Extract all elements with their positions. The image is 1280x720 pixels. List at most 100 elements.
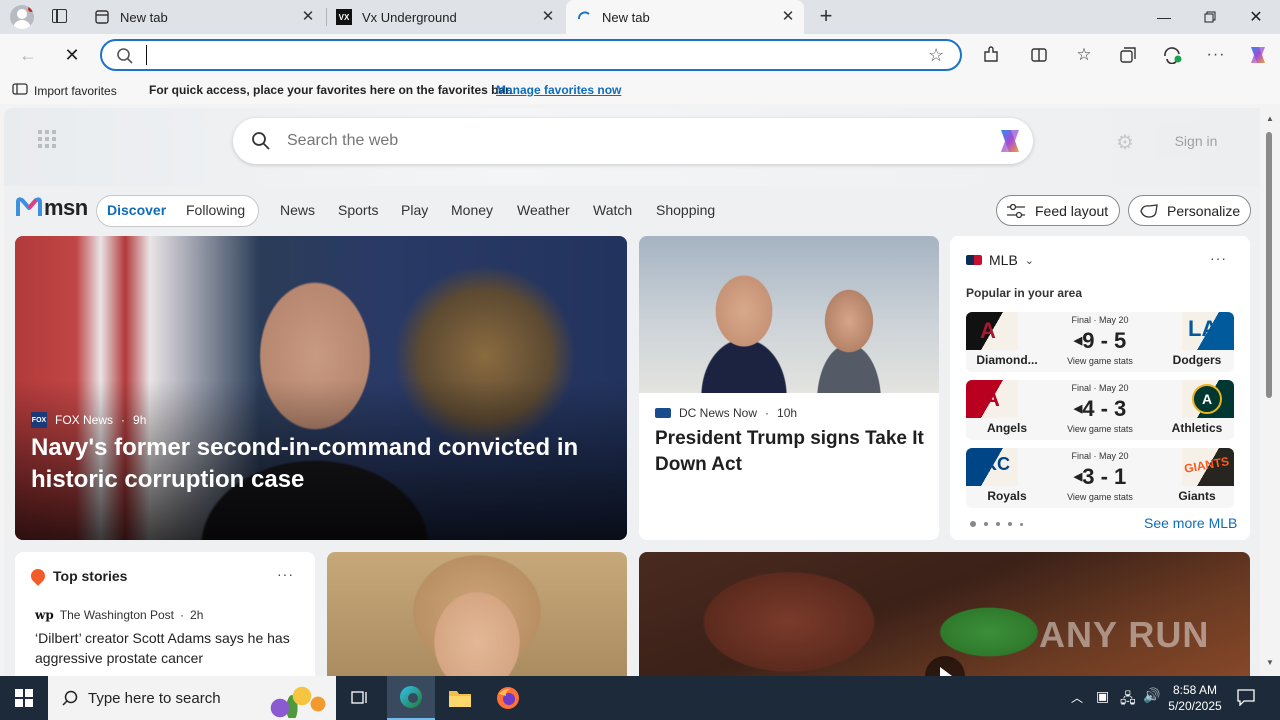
apps-grid-icon[interactable]: [38, 130, 56, 148]
carousel-dot[interactable]: [1020, 522, 1023, 526]
scroll-up-icon[interactable]: ▲: [1266, 114, 1274, 123]
browser-essentials-icon[interactable]: [1155, 34, 1191, 76]
import-icon: [12, 82, 28, 99]
sign-in-button[interactable]: Sign in: [1156, 125, 1236, 157]
import-favorites-button[interactable]: Import favorites: [12, 82, 117, 99]
nav-sports[interactable]: Sports: [338, 202, 378, 218]
msn-logo[interactable]: msn: [16, 195, 88, 221]
back-arrow-icon[interactable]: ←: [10, 34, 46, 76]
favorite-star-icon[interactable]: ☆: [928, 45, 944, 66]
collections-icon[interactable]: [1110, 34, 1146, 76]
close-window-icon[interactable]: ✕: [1233, 0, 1279, 34]
clock-date: 5/20/2025: [1168, 699, 1222, 713]
device-icon[interactable]: ▣: [1096, 688, 1109, 705]
carousel-dot[interactable]: [996, 522, 1000, 526]
top-story-headline[interactable]: ‘Dilbert’ creator Scott Adams says he ha…: [35, 628, 305, 668]
settings-more-icon[interactable]: ···: [1198, 34, 1234, 76]
page-scrollbar[interactable]: ▲ ▼: [1260, 108, 1280, 676]
split-screen-icon[interactable]: [1021, 34, 1057, 76]
scroll-down-icon[interactable]: ▼: [1266, 658, 1274, 667]
msn-nav: msn Discover Following News Sports Play …: [4, 186, 1260, 234]
favorites-icon[interactable]: ☆: [1066, 34, 1102, 76]
view-game-stats-link[interactable]: View game stats: [1036, 356, 1164, 366]
file-explorer-icon[interactable]: [437, 676, 483, 720]
nav-money[interactable]: Money: [451, 202, 493, 218]
extensions-icon[interactable]: [973, 34, 1009, 76]
story-headline[interactable]: President Trump signs Take It Down Act: [655, 426, 927, 478]
mlb-game-row[interactable]: A Angels Final · May 20 ◀4 - 3 View game…: [966, 380, 1234, 440]
profile-avatar[interactable]: [10, 5, 34, 29]
network-icon[interactable]: 🖧: [1120, 688, 1136, 712]
copilot-icon[interactable]: [1240, 34, 1276, 76]
tab-new-tab-1[interactable]: New tab ✕: [84, 0, 324, 34]
story-source: DC News Now: [679, 406, 758, 420]
address-bar[interactable]: ☆: [100, 39, 962, 71]
nav-news[interactable]: News: [280, 202, 315, 218]
personalize-button[interactable]: Personalize: [1128, 195, 1251, 226]
settings-gear-icon[interactable]: ⚙: [1116, 130, 1134, 155]
edge-taskbar-icon[interactable]: [387, 676, 435, 720]
more-options-icon[interactable]: ···: [277, 566, 294, 582]
hero-age: 9h: [133, 413, 147, 427]
address-input[interactable]: [146, 45, 906, 65]
new-tab-plus-icon[interactable]: +: [814, 5, 838, 29]
scroll-thumb[interactable]: [1266, 132, 1272, 398]
stop-loading-icon[interactable]: ✕: [54, 34, 90, 76]
video-story-card[interactable]: ANY RUN: [639, 552, 1250, 676]
mlb-header[interactable]: MLB ⌄: [966, 252, 1034, 268]
flame-icon: [28, 566, 48, 586]
close-tab-icon[interactable]: ✕: [300, 9, 316, 25]
game-score: ◀3 - 1: [1036, 464, 1164, 490]
taskbar-search-box[interactable]: Type here to search: [48, 676, 336, 720]
tab-actions-icon[interactable]: [52, 9, 67, 23]
web-search-box[interactable]: [233, 118, 1033, 164]
manage-favorites-link[interactable]: Manage favorites now: [496, 83, 621, 97]
carousel-dots[interactable]: [970, 521, 1023, 527]
copilot-search-icon[interactable]: [995, 126, 1025, 161]
home-team-name: Athletics: [1171, 421, 1223, 435]
close-tab-icon[interactable]: ✕: [540, 9, 556, 25]
minimize-icon[interactable]: —: [1141, 0, 1187, 34]
away-team-name: Diamond...: [976, 353, 1038, 367]
restore-icon[interactable]: [1187, 0, 1233, 34]
nav-watch[interactable]: Watch: [593, 202, 632, 218]
close-tab-icon[interactable]: ✕: [780, 9, 796, 25]
windows-start-icon[interactable]: [0, 676, 48, 720]
mlb-game-row[interactable]: KC Royals Final · May 20 ◀3 - 1 View gam…: [966, 448, 1234, 508]
sliders-icon: [1007, 203, 1025, 218]
web-search-input[interactable]: [287, 132, 967, 150]
carousel-dot[interactable]: [984, 522, 988, 526]
view-game-stats-link[interactable]: View game stats: [1036, 424, 1164, 434]
portrait-story-card[interactable]: [327, 552, 627, 676]
loading-spinner-icon: [576, 9, 592, 25]
clock[interactable]: 8:58 AM 5/20/2025: [1164, 682, 1226, 714]
top-story-source: The Washington Post: [59, 608, 175, 622]
tab-title: Vx Underground: [362, 9, 457, 25]
hero-headline[interactable]: Navy's former second-in-command convicte…: [31, 432, 601, 496]
score-value: 3 - 1: [1082, 464, 1127, 489]
task-view-icon[interactable]: [338, 676, 382, 720]
tab-following[interactable]: Following: [186, 202, 245, 218]
tab-new-tab-active[interactable]: New tab ✕: [566, 0, 804, 34]
feed-layout-button[interactable]: Feed layout: [996, 195, 1120, 226]
see-more-mlb-link[interactable]: See more MLB: [1144, 515, 1237, 531]
carousel-dot-active[interactable]: [970, 521, 976, 527]
tab-discover[interactable]: Discover: [107, 202, 166, 218]
mlb-widget: MLB ⌄ ··· Popular in your area A Diamond…: [950, 236, 1250, 540]
mlb-game-row[interactable]: A Diamond... Final · May 20 ◀9 - 5 View …: [966, 312, 1234, 372]
view-game-stats-link[interactable]: View game stats: [1036, 492, 1164, 502]
story-card[interactable]: DC News Now · 10h President Trump signs …: [639, 236, 939, 540]
firefox-icon[interactable]: [485, 676, 531, 720]
tab-vx-underground[interactable]: VX Vx Underground ✕: [326, 0, 564, 34]
hero-story-card[interactable]: FOX FOX News · 9h Navy's former second-i…: [15, 236, 627, 540]
nav-play[interactable]: Play: [401, 202, 428, 218]
chevron-down-icon: ⌄: [1024, 254, 1035, 267]
carousel-dot[interactable]: [1008, 522, 1012, 526]
top-stories-header[interactable]: Top stories: [28, 566, 127, 586]
notifications-icon[interactable]: [1236, 688, 1256, 707]
nav-weather[interactable]: Weather: [517, 202, 570, 218]
more-options-icon[interactable]: ···: [1210, 250, 1227, 266]
volume-icon[interactable]: 🔊: [1143, 687, 1160, 704]
nav-shopping[interactable]: Shopping: [656, 202, 715, 218]
show-hidden-icons-icon[interactable]: ︿: [1071, 689, 1083, 706]
